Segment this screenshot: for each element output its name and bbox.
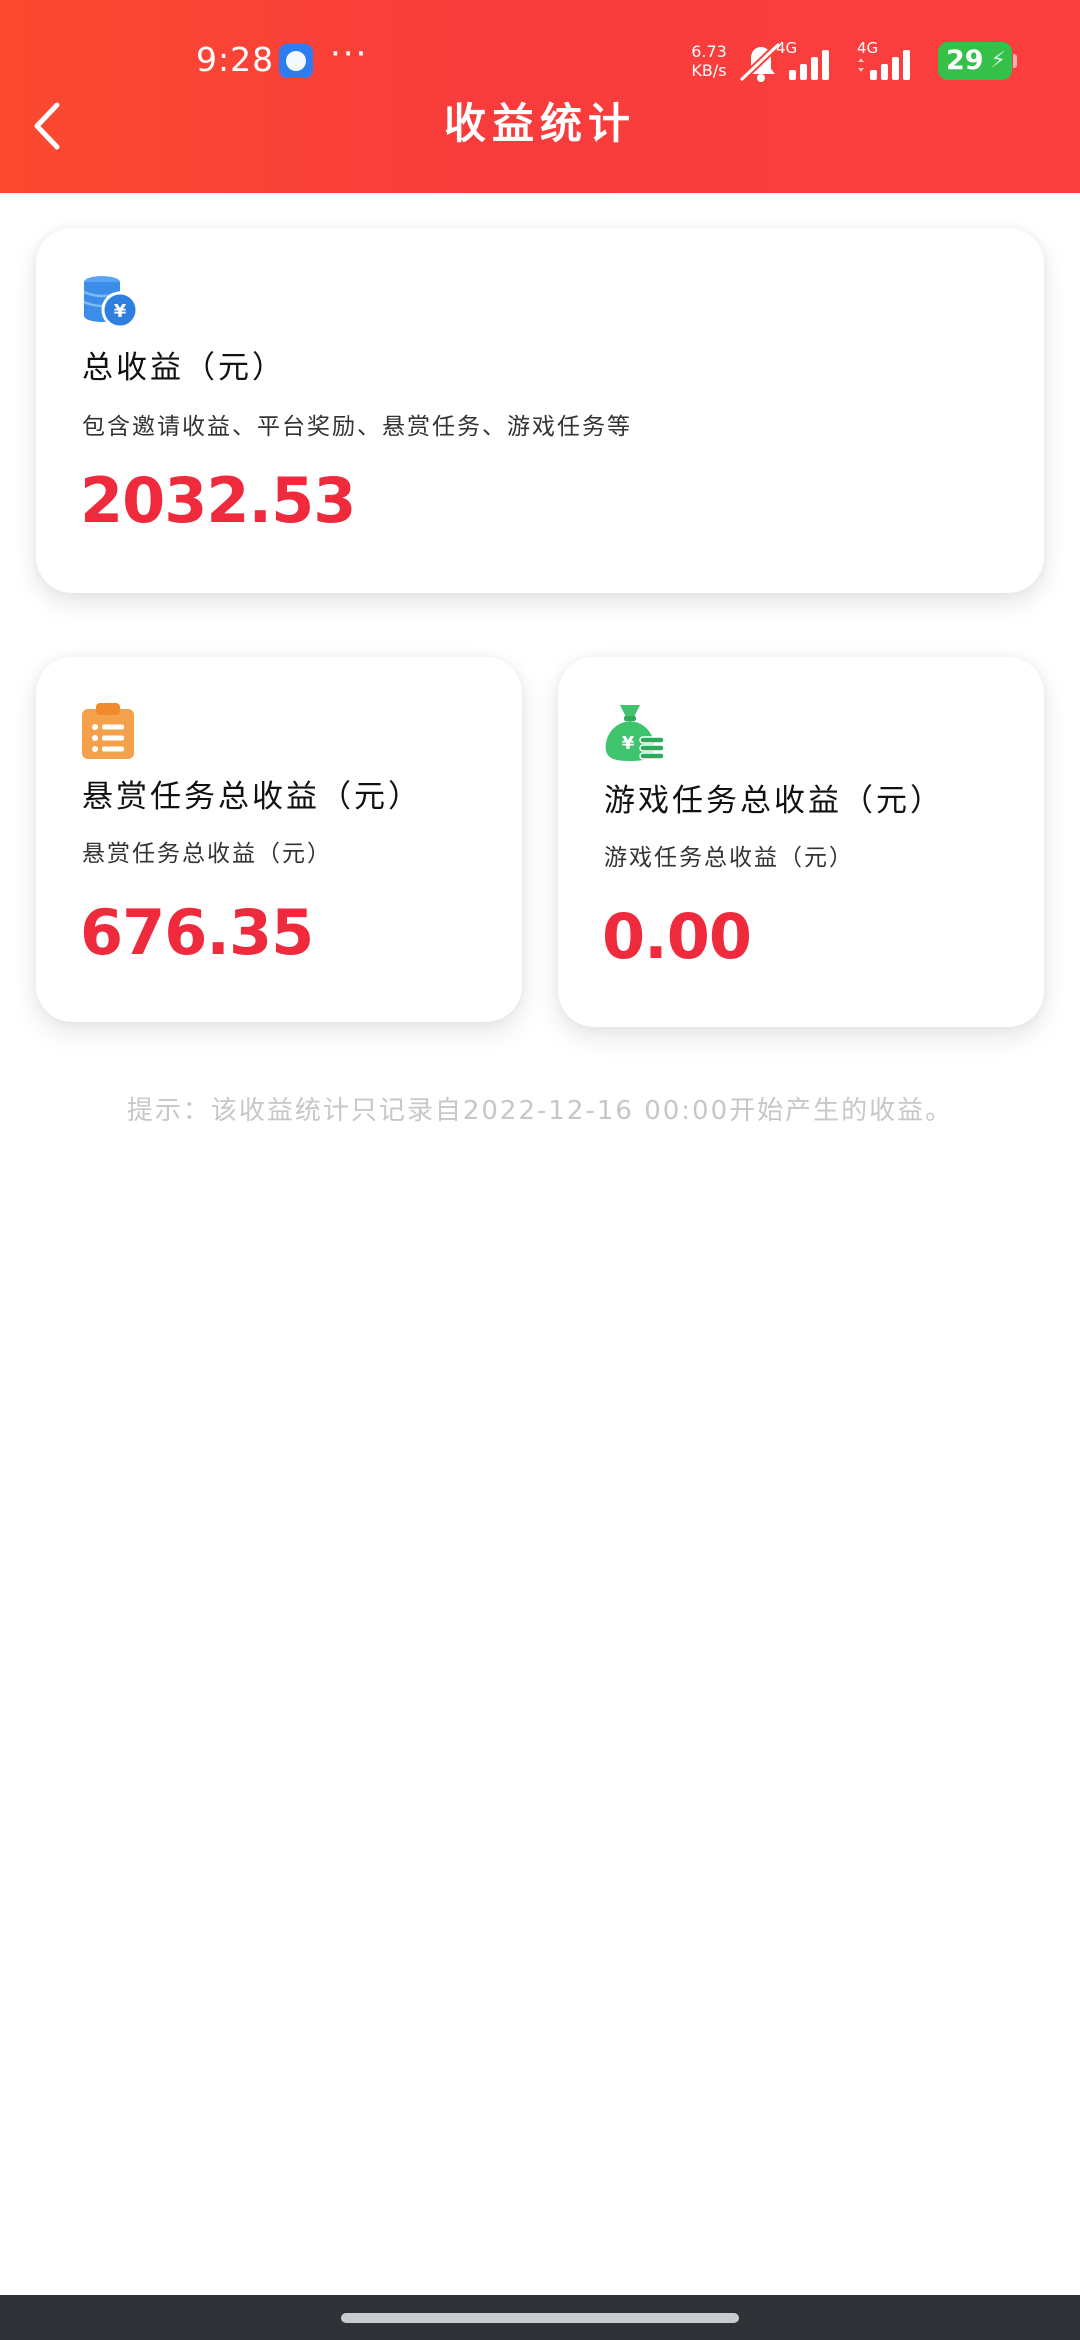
network-speed-unit: KB/s — [691, 61, 727, 80]
coin-stack-icon: ¥ — [83, 276, 139, 329]
signal-icon: 4G — [857, 40, 910, 80]
app-notification-icon — [279, 44, 313, 78]
game-task-income-title: 游戏任务总收益（元） — [604, 783, 944, 819]
game-task-income-amount: 0.00 — [602, 900, 752, 973]
total-income-amount: 2032.53 — [80, 464, 356, 537]
bounty-task-income-description: 悬赏任务总收益（元） — [82, 841, 332, 867]
network-type-label: 4G — [857, 40, 878, 57]
status-bar: 9:28 ··· 6.73 KB/s 4G 4G 29 ⚡ — [0, 0, 1080, 110]
svg-text:¥: ¥ — [622, 733, 635, 754]
bounty-task-income-amount: 676.35 — [80, 896, 314, 969]
clipboard-list-icon — [82, 703, 134, 759]
bell-muted-icon — [738, 41, 782, 83]
battery-tip — [1013, 54, 1017, 68]
network-type-label: 4G — [776, 40, 797, 57]
svg-text:¥: ¥ — [114, 301, 127, 322]
status-time: 9:28 — [196, 40, 275, 79]
money-bag-icon: ¥ — [605, 705, 665, 761]
network-speed-value: 6.73 — [691, 42, 727, 61]
network-speed: 6.73 KB/s — [690, 42, 728, 80]
header-bar: 9:28 ··· 6.73 KB/s 4G 4G 29 ⚡ 收益统计 — [0, 0, 1080, 193]
signal-icon: 4G — [776, 40, 829, 80]
statistics-tip: 提示：该收益统计只记录自2022-12-16 00:00开始产生的收益。 — [126, 1096, 954, 1126]
system-navigation-bar — [0, 2295, 1080, 2340]
bounty-task-income-title: 悬赏任务总收益（元） — [82, 779, 422, 815]
home-indicator[interactable] — [341, 2313, 739, 2323]
game-task-income-description: 游戏任务总收益（元） — [604, 845, 854, 871]
battery-charging-icon: 29 ⚡ — [938, 42, 1012, 80]
total-income-description: 包含邀请收益、平台奖励、悬赏任务、游戏任务等 — [82, 414, 632, 440]
total-income-card[interactable]: ¥ 总收益（元） 包含邀请收益、平台奖励、悬赏任务、游戏任务等 2032.53 — [36, 228, 1044, 593]
total-income-title: 总收益（元） — [82, 350, 286, 386]
page-title: 收益统计 — [443, 99, 636, 148]
game-task-income-card[interactable]: ¥ 游戏任务总收益（元） 游戏任务总收益（元） 0.00 — [558, 657, 1044, 1027]
more-notifications-indicator: ··· — [330, 34, 369, 74]
battery-level: 29 — [946, 45, 984, 76]
bounty-task-income-card[interactable]: 悬赏任务总收益（元） 悬赏任务总收益（元） 676.35 — [36, 657, 522, 1022]
